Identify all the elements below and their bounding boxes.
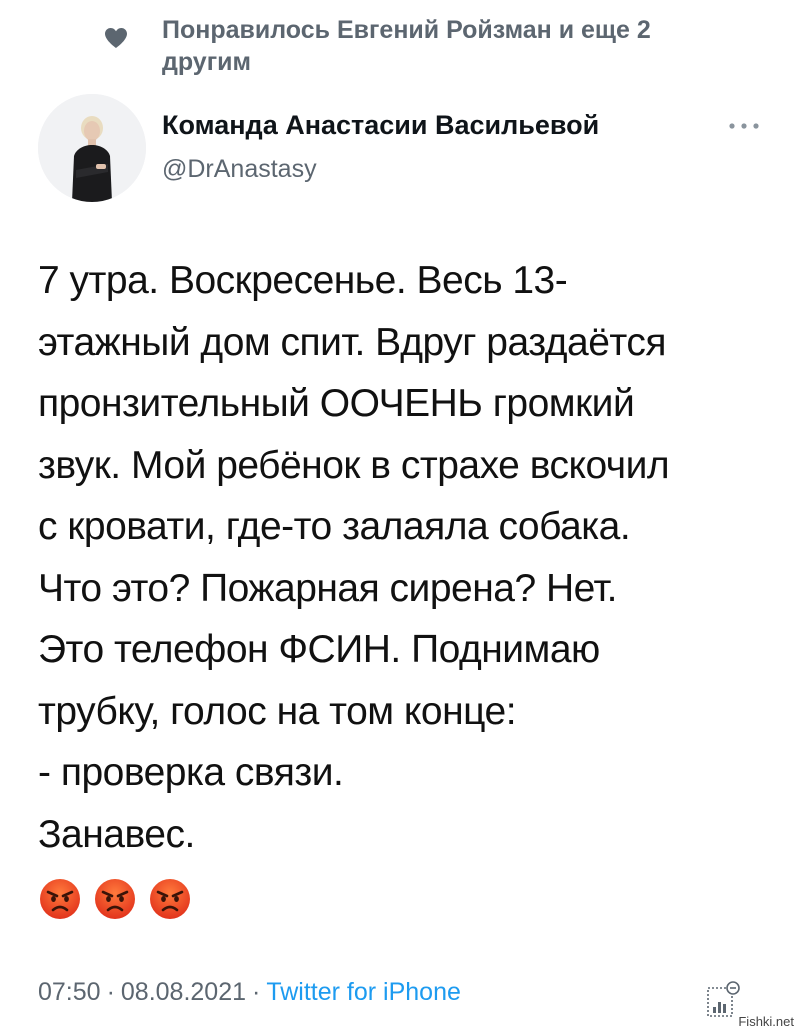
separator: ·: [106, 978, 115, 1006]
tweet-line: Занавес.: [38, 812, 195, 856]
watermark: Fishki.net: [738, 1014, 794, 1029]
tweet-line: Это телефон ФСИН. Поднимаю: [38, 628, 600, 671]
analytics-icon[interactable]: [706, 980, 742, 1020]
avatar-photo: [38, 94, 146, 202]
tweet-line: этажный дом спит. Вдруг раздаётся: [38, 320, 666, 364]
tweet-line: - проверка связи.: [38, 751, 344, 794]
angry-face-icon: [40, 879, 80, 919]
tweet-line: пронзительный ООЧЕНЬ громкий: [38, 382, 635, 425]
tweet-time[interactable]: 07:50: [38, 978, 101, 1006]
tweet-date[interactable]: 08.08.2021: [121, 978, 246, 1006]
tweet-metadata: 07:50 · 08.08.2021 · Twitter for iPhone: [38, 978, 461, 1007]
tweet-line: с кровати, где-то залаяла собака.: [38, 505, 631, 548]
separator: ·: [252, 978, 261, 1006]
more-options-icon[interactable]: [727, 120, 761, 132]
tweet-source-link[interactable]: Twitter for iPhone: [266, 978, 461, 1006]
liked-by-text[interactable]: Понравилось Евгений Ройзман и еще 2 друг…: [162, 14, 722, 78]
author-handle[interactable]: @DrAnastasy: [162, 155, 317, 184]
angry-face-icon: [95, 879, 135, 919]
avatar[interactable]: [38, 94, 146, 202]
author-display-name[interactable]: Команда Анастасии Васильевой: [162, 110, 599, 141]
tweet-text: 7 утра. Воскресенье. Весь 13- этажный до…: [38, 250, 778, 865]
angry-face-icon: [150, 879, 190, 919]
heart-icon: [105, 28, 127, 48]
social-context: Понравилось Евгений Ройзман и еще 2 друг…: [0, 0, 800, 90]
tweet-line: звук. Мой ребёнок в страхе вскочил: [38, 443, 670, 487]
tweet-line: Что это? Пожарная сирена? Нет.: [38, 566, 617, 610]
tweet-line: трубку, голос на том конце:: [38, 689, 517, 733]
tweet-line: 7 утра. Воскресенье. Весь 13-: [38, 259, 568, 302]
